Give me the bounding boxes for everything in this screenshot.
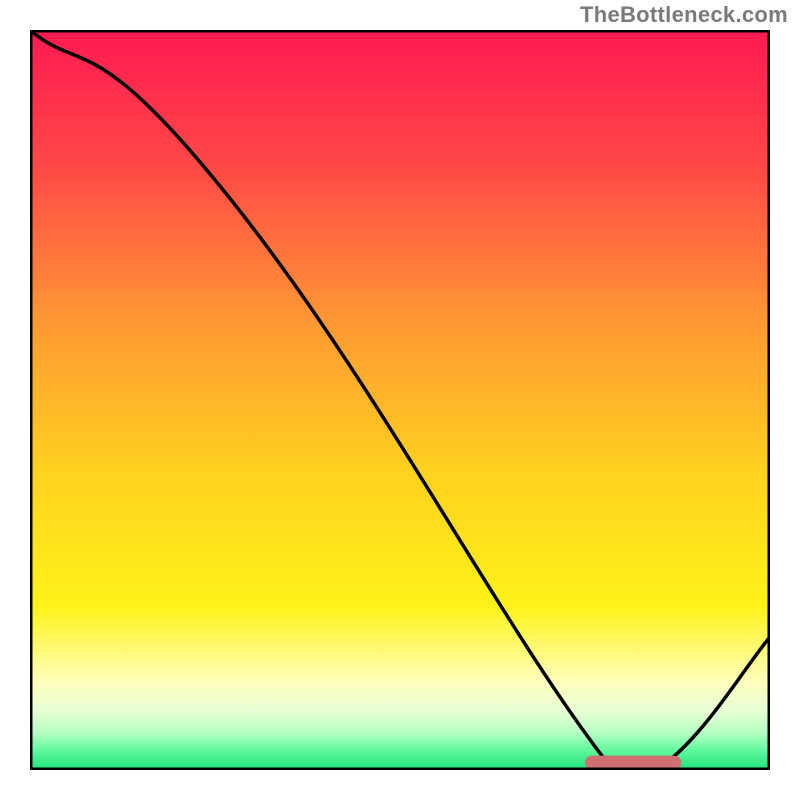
page-root: TheBottleneck.com bbox=[0, 0, 800, 800]
chart-plot bbox=[30, 30, 770, 770]
chart-background bbox=[30, 30, 770, 770]
chart-svg bbox=[30, 30, 770, 770]
attribution-label: TheBottleneck.com bbox=[580, 2, 788, 28]
